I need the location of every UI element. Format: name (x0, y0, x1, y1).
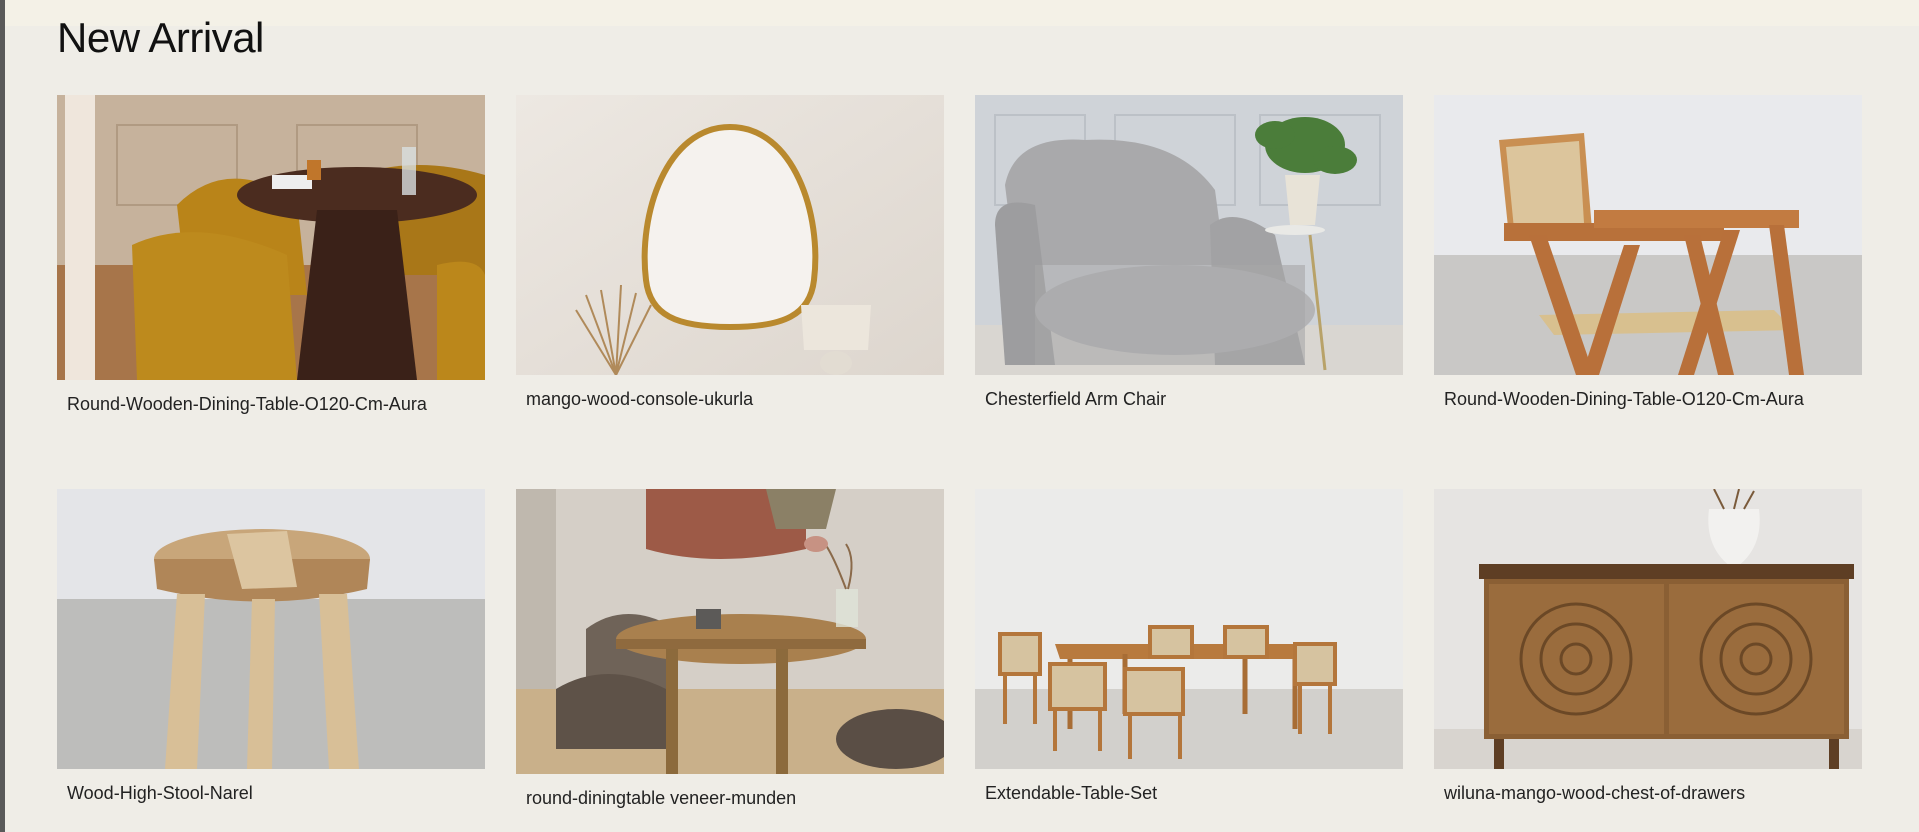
product-card[interactable]: round-diningtable veneer-munden (516, 489, 944, 809)
product-name[interactable]: Round-Wooden-Dining-Table-O120-Cm-Aura (1434, 389, 1862, 410)
product-card[interactable]: Extendable-Table-Set (975, 489, 1403, 804)
window-edge (0, 0, 5, 832)
product-name[interactable]: wiluna-mango-wood-chest-of-drawers (1434, 783, 1862, 804)
header-band (5, 0, 1919, 26)
product-card[interactable]: wiluna-mango-wood-chest-of-drawers (1434, 489, 1862, 804)
section-title: New Arrival (57, 14, 264, 61)
product-name[interactable]: Wood-High-Stool-Narel (57, 783, 485, 804)
product-image-round-table[interactable] (516, 489, 944, 774)
product-card[interactable]: Round-Wooden-Dining-Table-O120-Cm-Aura (57, 95, 485, 415)
product-image-mirror[interactable] (516, 95, 944, 375)
product-card[interactable]: mango-wood-console-ukurla (516, 95, 944, 410)
product-name[interactable]: mango-wood-console-ukurla (516, 389, 944, 410)
product-image-chest-drawers[interactable] (1434, 489, 1862, 769)
product-card[interactable]: Round-Wooden-Dining-Table-O120-Cm-Aura (1434, 95, 1862, 410)
product-image-table-set[interactable] (975, 489, 1403, 769)
product-image-armchair[interactable] (975, 95, 1403, 375)
product-name[interactable]: round-diningtable veneer-munden (516, 788, 944, 809)
product-name[interactable]: Chesterfield Arm Chair (975, 389, 1403, 410)
product-image-dining-table[interactable] (57, 95, 485, 380)
product-card[interactable]: Chesterfield Arm Chair (975, 95, 1403, 410)
product-name[interactable]: Round-Wooden-Dining-Table-O120-Cm-Aura (57, 394, 485, 415)
product-image-rattan-chair[interactable] (1434, 95, 1862, 375)
product-name[interactable]: Extendable-Table-Set (975, 783, 1403, 804)
product-card[interactable]: Wood-High-Stool-Narel (57, 489, 485, 804)
product-image-stool[interactable] (57, 489, 485, 769)
